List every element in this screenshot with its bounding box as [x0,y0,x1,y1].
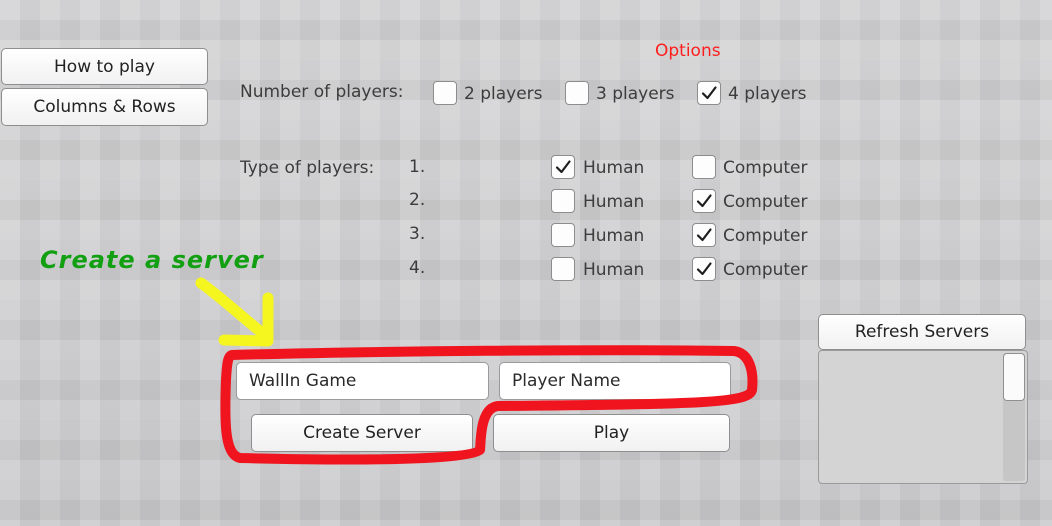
two-players-label: 2 players [464,84,543,104]
player-4-human-label: Human [583,260,645,280]
player-2-human-label: Human [583,192,645,212]
player-2-computer-checkbox[interactable] [692,189,716,213]
player-3-human-checkbox[interactable] [551,223,575,247]
player-2-human-checkbox[interactable] [551,189,575,213]
player-4-human-checkbox[interactable] [551,257,575,281]
player-name-input[interactable] [499,362,731,400]
player-1-computer-label: Computer [723,158,808,178]
type-of-players-label: Type of players: [240,158,375,178]
player-1-human-checkbox[interactable] [551,155,575,179]
arrow-icon [195,277,274,347]
columns-rows-button[interactable]: Columns & Rows [1,88,208,126]
game-name-input[interactable] [236,362,489,400]
server-list-scrollbar[interactable] [1003,353,1025,481]
checkmark-icon [555,160,571,174]
player-1-human-label: Human [583,158,645,178]
three-players-label: 3 players [596,84,675,104]
create-server-annotation: Create a server [40,246,264,274]
player-3-computer-label: Computer [723,226,808,246]
four-players-label: 4 players [728,84,807,104]
player-1-computer-checkbox[interactable] [692,155,716,179]
player-3-index: 3. [409,224,426,244]
checkmark-icon [696,194,712,208]
checkmark-icon [696,228,712,242]
how-to-play-button[interactable]: How to play [1,48,208,85]
player-4-computer-checkbox[interactable] [692,257,716,281]
checkmark-icon [696,262,712,276]
create-server-button[interactable]: Create Server [251,414,473,452]
play-button[interactable]: Play [493,414,730,452]
player-4-computer-label: Computer [723,260,808,280]
player-1-index: 1. [409,157,426,177]
scrollbar-thumb[interactable] [1003,353,1025,401]
number-of-players-label: Number of players: [240,82,404,102]
player-4-index: 4. [409,258,426,278]
player-2-computer-label: Computer [723,192,808,212]
options-title: Options [655,41,721,61]
checkmark-icon [701,86,717,100]
player-3-computer-checkbox[interactable] [692,223,716,247]
player-2-index: 2. [409,190,426,210]
server-list[interactable] [818,350,1028,484]
player-3-human-label: Human [583,226,645,246]
refresh-servers-button[interactable]: Refresh Servers [818,314,1026,350]
four-players-checkbox[interactable] [697,81,721,105]
two-players-checkbox[interactable] [433,81,457,105]
three-players-checkbox[interactable] [565,81,589,105]
